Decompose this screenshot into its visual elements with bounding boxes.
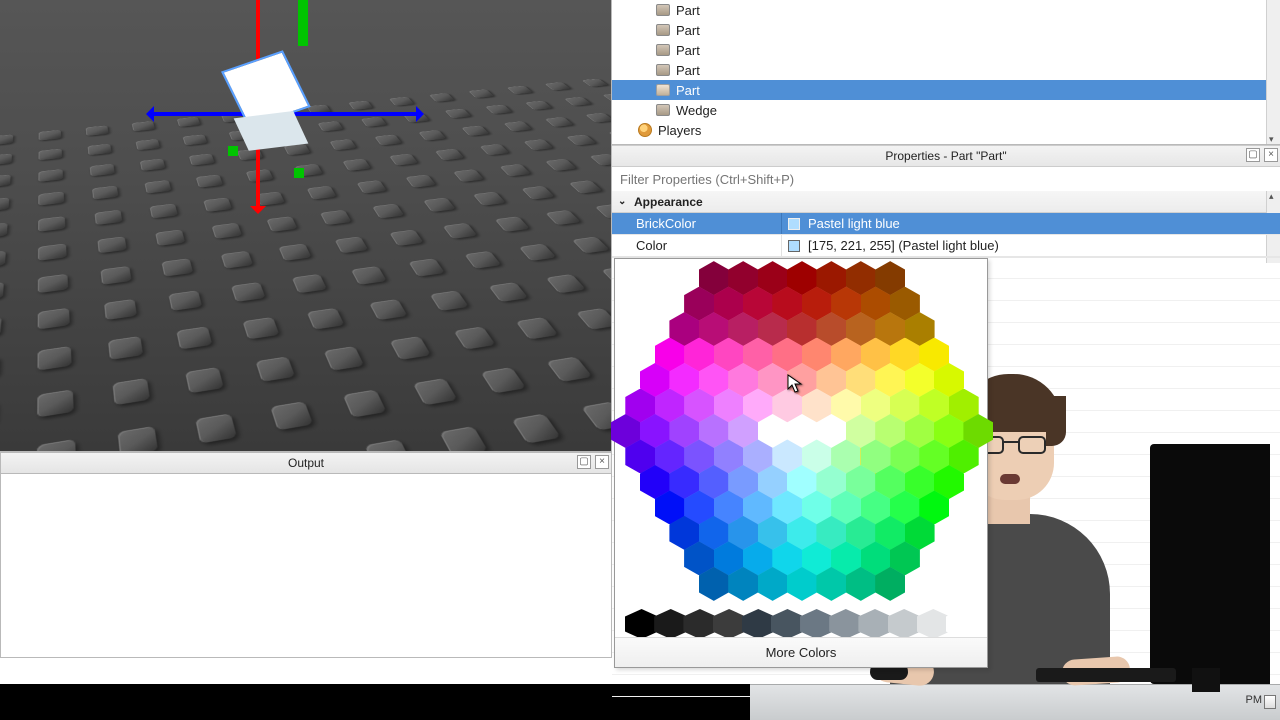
property-value[interactable]: Pastel light blue <box>782 213 1280 234</box>
more-colors-button[interactable]: More Colors <box>615 637 987 667</box>
grey-hex-cell[interactable] <box>742 609 775 639</box>
grey-hex-cell[interactable] <box>713 609 746 639</box>
viewport-3d[interactable] <box>0 0 612 452</box>
properties-undock-button[interactable]: ▢ <box>1246 148 1260 162</box>
scale-handle[interactable] <box>228 146 238 156</box>
explorer-item-part[interactable]: Part <box>612 0 1280 20</box>
caret-down-icon: ⌄ <box>618 196 630 207</box>
property-key: BrickColor <box>612 213 782 234</box>
grey-hex-cell[interactable] <box>888 609 921 639</box>
output-panel-body[interactable] <box>0 474 612 658</box>
selected-part[interactable] <box>232 54 321 159</box>
output-close-button[interactable]: × <box>595 455 609 469</box>
property-row-color[interactable]: Color[175, 221, 255] (Pastel light blue) <box>612 235 1280 257</box>
explorer-item-part[interactable]: Part <box>612 20 1280 40</box>
properties-close-button[interactable]: × <box>1264 148 1278 162</box>
grey-hex-cell[interactable] <box>625 609 658 639</box>
grey-hex-cell[interactable] <box>946 609 979 639</box>
part-icon <box>656 84 670 96</box>
part-icon <box>656 44 670 56</box>
color-hex-wheel <box>615 259 989 611</box>
brickcolor-picker-popup: More Colors <box>614 258 988 668</box>
grey-hex-cell[interactable] <box>654 609 687 639</box>
explorer-item-part[interactable]: Part <box>612 40 1280 60</box>
color-swatch-icon <box>788 218 800 230</box>
grey-hex-cell[interactable] <box>858 609 891 639</box>
properties-filter-input[interactable] <box>612 167 1280 191</box>
property-row-brickcolor[interactable]: BrickColorPastel light blue <box>612 213 1280 235</box>
explorer-item-part[interactable]: Part <box>612 60 1280 80</box>
output-title: Output <box>1 456 611 470</box>
output-panel-header: Output ▢ × <box>0 452 612 474</box>
property-value[interactable]: [175, 221, 255] (Pastel light blue) <box>782 235 1280 256</box>
explorer-panel: PartPartPartPartPartWedgePlayers <box>612 0 1280 145</box>
grey-hex-cell[interactable] <box>917 609 950 639</box>
part-icon <box>656 24 670 36</box>
scale-handle[interactable] <box>294 168 304 178</box>
os-taskbar: PM <box>750 684 1280 720</box>
grey-hex-cell[interactable] <box>829 609 862 639</box>
part-icon <box>656 64 670 76</box>
part-icon <box>656 104 670 116</box>
property-key: Color <box>612 235 782 256</box>
move-axis-z[interactable] <box>298 0 308 46</box>
explorer-item-players[interactable]: Players <box>612 120 1280 140</box>
properties-panel-header: Properties - Part "Part" ▢ × <box>612 145 1280 167</box>
properties-section-appearance[interactable]: ⌄ Appearance <box>612 191 1280 213</box>
explorer-item-wedge[interactable]: Wedge <box>612 100 1280 120</box>
section-label: Appearance <box>634 195 703 209</box>
color-swatch-icon <box>788 240 800 252</box>
grey-hex-cell[interactable] <box>683 609 716 639</box>
grey-hex-cell[interactable] <box>771 609 804 639</box>
explorer-scrollbar[interactable] <box>1266 0 1280 145</box>
players-icon <box>638 123 652 137</box>
properties-filter <box>612 167 1280 191</box>
action-center-icon[interactable] <box>1264 695 1276 709</box>
properties-title: Properties - Part "Part" <box>612 149 1280 163</box>
explorer-item-part[interactable]: Part <box>612 80 1280 100</box>
output-undock-button[interactable]: ▢ <box>577 455 591 469</box>
grey-hex-cell[interactable] <box>800 609 833 639</box>
greyscale-row <box>627 609 977 639</box>
taskbar-clock: PM <box>1246 694 1263 706</box>
part-icon <box>656 4 670 16</box>
